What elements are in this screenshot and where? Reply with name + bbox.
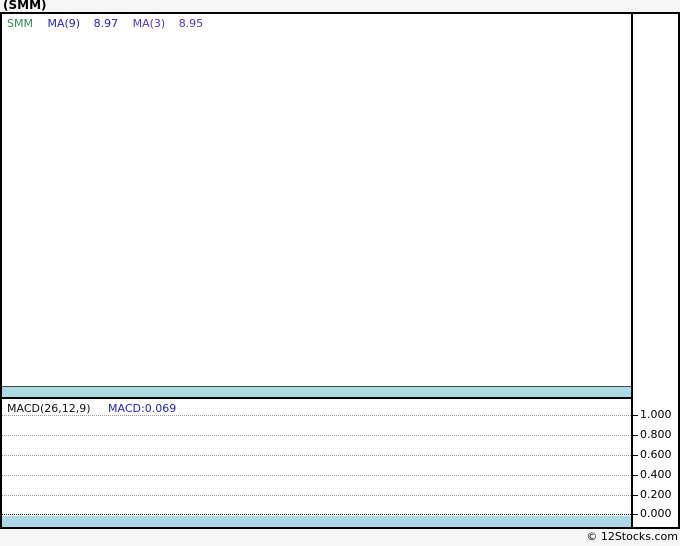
- tick-mark: [633, 495, 638, 496]
- gridline-0.200: [2, 495, 631, 496]
- legend-ma3-label: MA(3): [132, 17, 166, 30]
- macd-bottom-band: [2, 516, 631, 527]
- tick-mark: [633, 455, 638, 456]
- price-legend: SMM MA(9) 8.97 MA(3) 8.95: [7, 17, 203, 30]
- macd-value: MACD:0.069: [108, 402, 177, 415]
- gridline-0.400: [2, 475, 631, 476]
- tick-label: 1.000: [640, 408, 672, 421]
- gridline-zero: [2, 514, 631, 515]
- page-title: (SMM): [3, 0, 47, 12]
- macd-panel: MACD(26,12,9) MACD:0.069: [2, 399, 631, 527]
- y-axis: 1.000 0.800 0.600 0.400 0.200 0.000: [633, 14, 678, 527]
- tick-mark: [633, 475, 638, 476]
- tick-label: 0.800: [640, 428, 672, 441]
- copyright-link[interactable]: © 12Stocks.com: [586, 530, 678, 543]
- gridline-1.000: [2, 415, 631, 416]
- tick-label: 0.400: [640, 468, 672, 481]
- tick-label: 0.600: [640, 448, 672, 461]
- legend-symbol: SMM: [7, 17, 33, 30]
- tick-label: 0.000: [640, 507, 672, 520]
- tick-mark: [633, 415, 638, 416]
- legend-ma9-label: MA(9): [47, 17, 81, 30]
- legend-ma9-value: 8.97: [93, 17, 119, 30]
- legend-ma3-value: 8.95: [178, 17, 204, 30]
- tick-mark: [633, 514, 638, 515]
- chart-container: SMM MA(9) 8.97 MA(3) 8.95 MACD(26,12,9) …: [0, 12, 680, 529]
- gridline-0.600: [2, 455, 631, 456]
- tick-mark: [633, 435, 638, 436]
- price-panel: SMM MA(9) 8.97 MA(3) 8.95: [2, 14, 631, 397]
- macd-label: MACD(26,12,9): [7, 402, 91, 415]
- macd-legend: MACD(26,12,9) MACD:0.069: [7, 402, 176, 415]
- tick-label: 0.200: [640, 488, 672, 501]
- date-axis-band: [2, 387, 631, 397]
- gridline-0.800: [2, 435, 631, 436]
